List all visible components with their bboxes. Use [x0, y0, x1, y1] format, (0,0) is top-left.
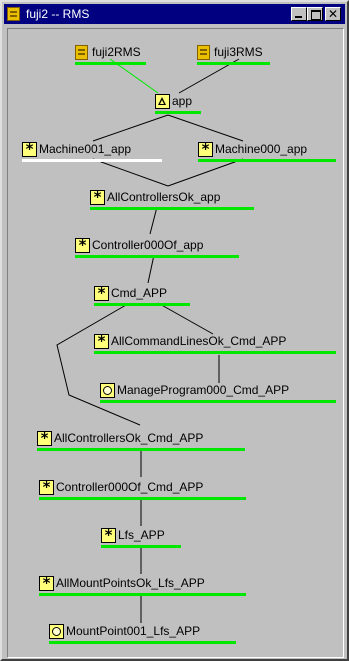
- node-controller000of-app[interactable]: Controller000Of_app: [75, 237, 239, 258]
- node-manageprogram000-cmd-app[interactable]: ManageProgram000_Cmd_APP: [100, 383, 336, 403]
- node-label: ManageProgram000_Cmd_APP: [117, 383, 290, 397]
- edge-cmd-allcontrollersok-cmd: [56, 304, 141, 426]
- asterisk-icon: [101, 527, 116, 543]
- edge-app-machine000: [167, 114, 244, 142]
- circle-icon: [49, 624, 64, 639]
- close-button[interactable]: ✕: [325, 7, 341, 21]
- edge-allcontrollersok-controller000of: [149, 206, 158, 235]
- rms-host-icon: [197, 45, 210, 60]
- asterisk-icon: [37, 430, 52, 446]
- node-label: fuji3RMS: [214, 45, 263, 59]
- asterisk-icon: [94, 285, 109, 301]
- node-lfs-app[interactable]: Lfs_APP: [101, 527, 181, 548]
- node-machine000-app[interactable]: Machine000_app: [198, 141, 336, 162]
- node-machine001-app[interactable]: Machine001_app: [22, 141, 162, 162]
- node-app[interactable]: app: [155, 94, 201, 114]
- asterisk-icon: [90, 189, 105, 205]
- node-cmd-app[interactable]: Cmd_APP: [94, 285, 190, 306]
- node-allcontrollersok-app[interactable]: AllControllersOk_app: [90, 189, 254, 210]
- asterisk-icon: [94, 333, 109, 349]
- edge-controller000of-cmd: [147, 254, 155, 284]
- node-label: fuji2RMS: [92, 45, 141, 59]
- rms-host-icon: [75, 45, 88, 60]
- node-label: MountPoint001_Lfs_APP: [66, 624, 201, 638]
- asterisk-icon: [198, 141, 213, 157]
- node-label: Lfs_APP: [118, 528, 165, 542]
- close-icon: ✕: [327, 7, 339, 21]
- node-allcontrollersok-cmd-app[interactable]: AllControllersOk_Cmd_APP: [37, 430, 245, 451]
- edge-machine000-allcontrollersok: [167, 158, 244, 187]
- node-allcommandlinesok-cmd-app[interactable]: AllCommandLinesOk_Cmd_APP: [94, 333, 336, 354]
- title-bar[interactable]: fuji2 -- RMS ✕: [4, 4, 345, 24]
- edge-app-machine001: [92, 114, 169, 142]
- window-title: fuji2 -- RMS: [26, 7, 90, 21]
- node-label: Machine001_app: [39, 142, 132, 156]
- node-label: Controller000Of_Cmd_APP: [56, 480, 204, 494]
- node-label: app: [172, 94, 193, 108]
- asterisk-icon: [39, 575, 54, 591]
- node-label: AllControllersOk_app: [107, 190, 221, 204]
- node-mountpoint001-lfs-app[interactable]: MountPoint001_Lfs_APP: [49, 624, 236, 644]
- node-allmountpointsok-lfs-app[interactable]: AllMountPointsOk_Lfs_APP: [39, 575, 246, 596]
- edge-cmd-allcommandlinesok: [157, 302, 214, 335]
- asterisk-icon: [75, 237, 90, 253]
- node-fuji2rms[interactable]: fuji2RMS: [75, 45, 146, 65]
- node-label: AllMountPointsOk_Lfs_APP: [56, 576, 205, 590]
- node-label: AllCommandLinesOk_Cmd_APP: [111, 334, 287, 348]
- maximize-button[interactable]: [307, 7, 323, 21]
- node-label: AllControllersOk_Cmd_APP: [54, 431, 204, 445]
- asterisk-icon: [39, 479, 54, 495]
- node-label: Controller000Of_app: [92, 238, 204, 252]
- node-label: Cmd_APP: [111, 286, 168, 300]
- node-fuji3rms[interactable]: fuji3RMS: [197, 45, 270, 65]
- circle-icon: [100, 383, 115, 398]
- userapp-triangle-icon: [155, 94, 170, 109]
- rms-window: fuji2 -- RMS ✕ fuji2RMS fuji3RMS app * M…: [0, 0, 349, 661]
- node-controller000of-cmd-app[interactable]: Controller000Of_Cmd_APP: [39, 479, 246, 500]
- graph-canvas: fuji2RMS fuji3RMS app Machine001_app Mac…: [7, 28, 344, 658]
- asterisk-icon: [22, 141, 37, 157]
- node-label: Machine000_app: [215, 142, 308, 156]
- minimize-button[interactable]: [291, 7, 307, 21]
- edge-machine001-allcontrollersok: [92, 158, 169, 187]
- rms-host-icon[interactable]: [7, 7, 20, 21]
